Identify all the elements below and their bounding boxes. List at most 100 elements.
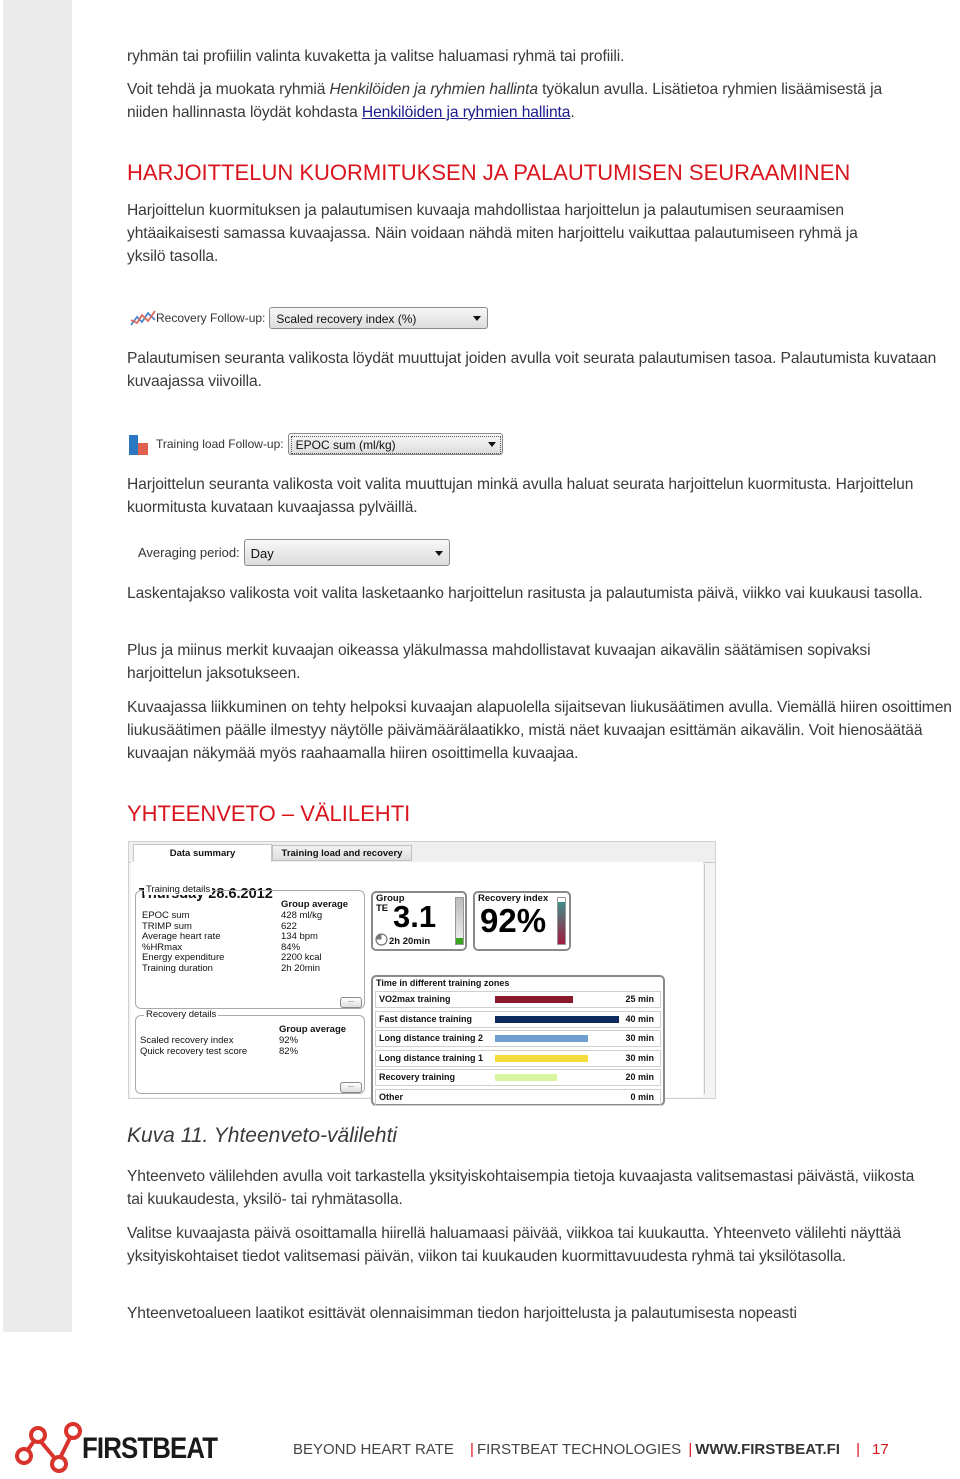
footer-company: FIRSTBEAT TECHNOLOGIES bbox=[476, 1441, 682, 1458]
zone-value: 30 min bbox=[625, 1052, 654, 1063]
tab-strip: Data summary Training load and recovery … bbox=[129, 842, 715, 875]
paragraph: Palautumisen seuranta valikosta löydät m… bbox=[127, 350, 937, 390]
training-zones-title: Time in different training zones bbox=[376, 978, 510, 988]
zone-value: 0 min bbox=[630, 1092, 654, 1102]
group-te-value: 3.1 bbox=[393, 899, 437, 934]
dropdown-arrow-icon bbox=[487, 442, 496, 447]
zone-label: Long distance training 2 bbox=[379, 1033, 484, 1044]
selected-value: Scaled recovery index (%) bbox=[276, 312, 417, 326]
training-load-follow-up-label: Training load Follow-up: bbox=[156, 437, 284, 451]
more-button[interactable]: ... bbox=[340, 1082, 362, 1093]
row-value: 82% bbox=[279, 1045, 299, 1057]
recovery-index-value: 92% bbox=[480, 902, 547, 939]
recovery-details-labels: Scaled recovery index Quick recovery tes… bbox=[140, 1035, 248, 1057]
footer-text: BEYOND HEART RATE | FIRSTBEAT TECHNOLOGIE… bbox=[293, 1441, 889, 1458]
training-details-labels: EPOC sum TRIMP sum Average heart rate %H… bbox=[142, 910, 224, 975]
averaging-period-select[interactable]: Day bbox=[243, 539, 450, 566]
training-zone-row: VO2max training 25 min bbox=[375, 991, 661, 1008]
paragraph: Plus ja miinus merkit kuvaajan oikeassa … bbox=[127, 642, 871, 682]
paragraph: Yhteenvetoalueen laatikot esittävät olen… bbox=[127, 1305, 797, 1322]
paragraph: Voit tehdä ja muokata ryhmiä Henkilöiden… bbox=[127, 78, 907, 124]
row-value: 92% bbox=[279, 1035, 299, 1046]
summary-panel: Thursday 28.6.2012 Training details EPOC… bbox=[131, 862, 703, 1106]
summary-screenshot: Data summary Training load and recovery … bbox=[128, 841, 716, 1106]
training-load-follow-up-select[interactable]: EPOC sum (ml/kg) bbox=[287, 433, 503, 455]
row-label: Training duration bbox=[142, 962, 213, 974]
page-margin-band bbox=[3, 0, 72, 1332]
group-te-level-fill bbox=[456, 938, 463, 944]
bar-chart-icon bbox=[129, 435, 148, 455]
zone-label: Other bbox=[379, 1092, 404, 1102]
section-heading: HARJOITTELUN KUORMITUKSEN JA PALAUTUMISE… bbox=[127, 160, 851, 185]
text: . bbox=[570, 104, 575, 121]
clock-icon bbox=[375, 933, 388, 946]
training-details-box: Training details EPOC sum TRIMP sum Aver… bbox=[135, 884, 365, 1009]
selected-value: EPOC sum (ml/kg) bbox=[290, 436, 501, 454]
training-details-legend: Training details bbox=[144, 884, 213, 895]
group-te-box: Group TE 3.1 2h 20min bbox=[371, 891, 467, 951]
more-button[interactable]: ... bbox=[340, 997, 362, 1008]
recovery-follow-up-control: Recovery Follow-up: Scaled recovery inde… bbox=[130, 307, 489, 329]
recovery-index-level-bar bbox=[557, 897, 566, 945]
zone-bar bbox=[495, 1035, 588, 1043]
scrollbar[interactable] bbox=[704, 864, 713, 1094]
zone-label: VO2max training bbox=[379, 994, 451, 1004]
tab-training-load-ranking[interactable]: Training load and recovery ranking bbox=[272, 845, 412, 875]
training-zone-row: Recovery training 20 min bbox=[375, 1069, 661, 1087]
paragraph: Valitse kuvaajasta päivä osoittamalla hi… bbox=[127, 1225, 901, 1265]
row-label: Scaled recovery index bbox=[140, 1035, 234, 1046]
training-zone-row: Other 0 min bbox=[375, 1089, 661, 1106]
recovery-details-box: Recovery details Scaled recovery index Q… bbox=[135, 1009, 365, 1094]
line-chart-icon bbox=[130, 310, 156, 326]
training-details-values: Group average 428 ml/kg 622 134 bpm 84% … bbox=[281, 899, 348, 975]
logo-wordmark: FIRSTBEAT bbox=[82, 1432, 218, 1465]
tab-data-summary[interactable]: Data summary bbox=[133, 844, 272, 863]
zone-label: Recovery training bbox=[379, 1072, 456, 1083]
averaging-period-control: Averaging period: Day bbox=[138, 539, 450, 566]
group-te-level-bar bbox=[455, 897, 464, 945]
averaging-period-label: Averaging period: bbox=[138, 545, 240, 560]
zone-value: 40 min bbox=[625, 1013, 654, 1024]
paragraph: Yhteenveto välilehden avulla voit tarkas… bbox=[127, 1168, 915, 1208]
section-heading: YHTEENVETO – VÄLILEHTI bbox=[127, 801, 411, 826]
zone-value: 25 min bbox=[625, 994, 654, 1004]
zone-label: Fast distance training bbox=[379, 1013, 473, 1024]
training-zones-box: Time in different training zones VO2max … bbox=[371, 975, 665, 1106]
group-te-duration: 2h 20min bbox=[389, 936, 431, 947]
row-label: Quick recovery test score bbox=[140, 1045, 248, 1057]
paragraph: Harjoittelun kuormituksen ja palautumise… bbox=[127, 202, 858, 265]
row-label: EPOC sum bbox=[142, 910, 190, 921]
recovery-follow-up-select[interactable]: Scaled recovery index (%) bbox=[269, 307, 489, 329]
dropdown-arrow-icon bbox=[434, 551, 443, 556]
page-number: 17 bbox=[872, 1441, 889, 1458]
training-zone-row: Fast distance training 40 min bbox=[375, 1010, 661, 1028]
footer-separator: | bbox=[856, 1441, 861, 1458]
paragraph: Kuvaajassa liikkuminen on tehty helpoksi… bbox=[127, 699, 952, 762]
recovery-index-box: Recovery index 92% bbox=[473, 891, 571, 951]
zone-value: 20 min bbox=[625, 1072, 654, 1083]
training-load-follow-up-control: Training load Follow-up: EPOC sum (ml/kg… bbox=[129, 433, 503, 455]
recovery-details-values: Group average 92% 82% bbox=[279, 1024, 346, 1057]
footer-url[interactable]: WWW.FIRSTBEAT.FI bbox=[695, 1441, 840, 1458]
link-henkiloiden-ja-ryhmien-hallinta[interactable]: Henkilöiden ja ryhmien hallinta bbox=[362, 104, 571, 121]
paragraph: Harjoittelun seuranta valikosta voit val… bbox=[127, 476, 914, 516]
zone-label: Long distance training 1 bbox=[379, 1052, 484, 1063]
recovery-details-legend: Recovery details bbox=[144, 1009, 219, 1020]
dropdown-arrow-icon bbox=[473, 316, 482, 321]
row-value: 2h 20min bbox=[281, 962, 321, 974]
zone-bar bbox=[495, 1074, 557, 1082]
row-value: 428 ml/kg bbox=[281, 910, 323, 921]
paragraph: Laskentajakso valikosta voit valita lask… bbox=[127, 585, 923, 602]
footer-tagline: BEYOND HEART RATE bbox=[293, 1441, 454, 1458]
zone-bar bbox=[495, 1054, 588, 1062]
firstbeat-logo: FIRSTBEAT bbox=[10, 1418, 225, 1479]
recovery-index-level-fill bbox=[558, 901, 565, 944]
zone-bar bbox=[495, 1015, 619, 1023]
footer-separator: | bbox=[688, 1441, 693, 1458]
zone-bar bbox=[495, 996, 573, 1003]
tool-name: Henkilöiden ja ryhmien hallinta bbox=[329, 81, 539, 98]
footer-separator: | bbox=[470, 1441, 474, 1458]
training-zone-row: Long distance training 1 30 min bbox=[375, 1049, 661, 1067]
figure-caption: Kuva 11. Yhteenveto-välilehti bbox=[127, 1124, 398, 1147]
zone-value: 30 min bbox=[625, 1033, 654, 1044]
